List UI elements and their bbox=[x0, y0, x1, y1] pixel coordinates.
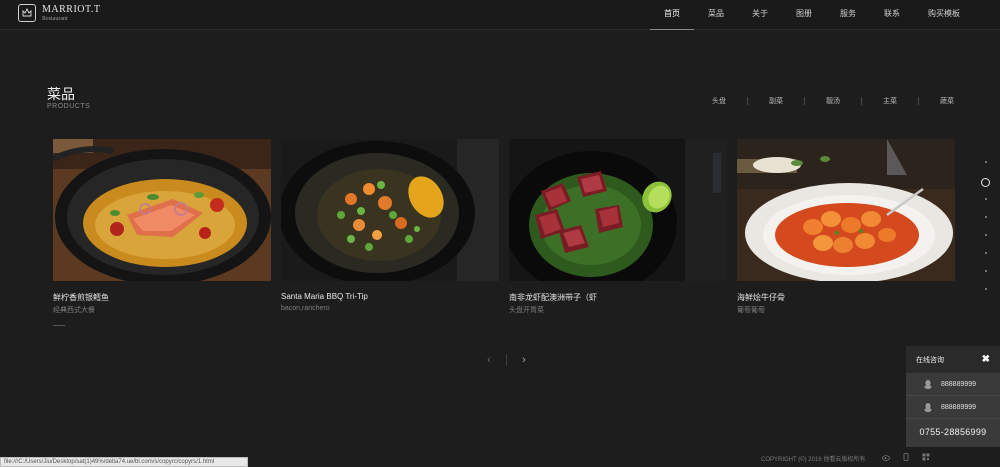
section-dot[interactable] bbox=[985, 161, 987, 163]
product-name[interactable]: 南非龙虾配澳洲带子（虾 bbox=[509, 292, 597, 303]
section-subtitle: PRODUCTS bbox=[47, 103, 91, 110]
close-icon[interactable]: ✖ bbox=[982, 354, 990, 365]
carousel-pager: ‹ › bbox=[482, 353, 531, 367]
product-card[interactable]: 南非龙虾配澳洲带子（虾 头盘开胃菜 bbox=[509, 139, 727, 314]
qq-penguin-icon bbox=[924, 379, 932, 389]
filter-divider bbox=[747, 97, 748, 105]
share-bar bbox=[882, 453, 942, 461]
qq-penguin-icon bbox=[924, 402, 932, 412]
brand-name: MARRIOT.T bbox=[42, 3, 101, 15]
panel-header: 在线咨询 ✖ bbox=[906, 346, 1000, 373]
qq-number: 888889999 bbox=[941, 403, 977, 411]
section-dot[interactable] bbox=[985, 288, 987, 290]
category-filters: 头盘 副菜 靓汤 主菜 蔬菜 bbox=[712, 96, 954, 106]
brand-subtitle: Restaurant bbox=[42, 15, 68, 22]
section-dot[interactable] bbox=[985, 234, 987, 236]
logo[interactable]: MARRIOT.T Restaurant bbox=[18, 4, 100, 22]
product-description: 头盘开胃菜 bbox=[509, 307, 544, 314]
filter-divider bbox=[804, 97, 805, 105]
filter-soup[interactable]: 靓汤 bbox=[826, 96, 840, 106]
nav-item-home[interactable]: 首页 bbox=[650, 0, 694, 30]
pager-divider bbox=[506, 354, 507, 366]
section-dot[interactable] bbox=[985, 198, 987, 200]
weibo-icon[interactable] bbox=[882, 453, 890, 461]
filter-main[interactable]: 主菜 bbox=[883, 96, 897, 106]
next-arrow-icon[interactable]: › bbox=[517, 353, 531, 367]
hotline-phone: 0755-28856999 bbox=[919, 427, 987, 437]
product-description: 经典西式大餐 bbox=[53, 307, 95, 314]
qq-contact[interactable]: 888889999 bbox=[906, 373, 1000, 396]
section-dot[interactable] bbox=[985, 216, 987, 218]
section-dot-active[interactable] bbox=[981, 178, 990, 187]
nav-item-about[interactable]: 关于 bbox=[738, 0, 782, 30]
nav-item-gallery[interactable]: 图册 bbox=[782, 0, 826, 30]
prev-arrow-icon[interactable]: ‹ bbox=[482, 353, 496, 367]
qq-contact[interactable]: 888889999 bbox=[906, 396, 1000, 419]
filter-divider bbox=[918, 97, 919, 105]
panel-title: 在线咨询 bbox=[916, 356, 944, 364]
qrcode-icon[interactable] bbox=[922, 453, 930, 461]
product-name[interactable]: 鲜柠香煎银鳕鱼 bbox=[53, 292, 109, 303]
qq-number: 888889999 bbox=[941, 380, 977, 388]
nav-item-buy-template[interactable]: 购买模板 bbox=[914, 0, 974, 30]
section-title: 菜品 bbox=[47, 86, 75, 102]
card-underline bbox=[53, 325, 65, 326]
product-card[interactable]: Santa Maria BBQ Tri-Tip bacon,ranchero bbox=[281, 139, 499, 312]
product-image-vegetable-plate[interactable] bbox=[281, 139, 499, 281]
filter-starter[interactable]: 头盘 bbox=[712, 96, 726, 106]
nav-item-services[interactable]: 服务 bbox=[826, 0, 870, 30]
section-dot[interactable] bbox=[985, 252, 987, 254]
copyright-text: COPYRIGHT (©) 2016 他看云版权所有 bbox=[761, 457, 866, 463]
product-image-steak-plate[interactable] bbox=[509, 139, 727, 281]
section-dot[interactable] bbox=[985, 270, 987, 272]
mobile-icon[interactable] bbox=[902, 453, 910, 461]
product-name[interactable]: 海鲜烩牛仔骨 bbox=[737, 292, 785, 303]
product-description: bacon,ranchero bbox=[281, 305, 330, 312]
product-image-gnocchi-bowl[interactable] bbox=[737, 139, 955, 281]
product-image-salmon-skillet[interactable] bbox=[53, 139, 271, 281]
main-nav: 首页 菜品 关于 图册 服务 联系 购买模板 bbox=[650, 0, 974, 30]
filter-vegetable[interactable]: 蔬菜 bbox=[940, 96, 954, 106]
nav-item-contact[interactable]: 联系 bbox=[870, 0, 914, 30]
filter-side[interactable]: 副菜 bbox=[769, 96, 783, 106]
nav-item-dishes[interactable]: 菜品 bbox=[694, 0, 738, 30]
product-card[interactable]: 鲜柠香煎银鳕鱼 经典西式大餐 bbox=[53, 139, 271, 326]
browser-status-bar: file:///C:/Users/Jiu/Desktop/sat(1)49%/d… bbox=[0, 457, 248, 467]
header: MARRIOT.T Restaurant 首页 菜品 关于 图册 服务 联系 购… bbox=[0, 0, 1000, 30]
product-description: 葡萄葡萄 bbox=[737, 307, 765, 314]
product-card[interactable]: 海鲜烩牛仔骨 葡萄葡萄 bbox=[737, 139, 955, 314]
filter-divider bbox=[861, 97, 862, 105]
online-consult-panel: 在线咨询 ✖ 888889999 888889999 0755-28856999 bbox=[906, 346, 1000, 447]
product-name[interactable]: Santa Maria BBQ Tri-Tip bbox=[281, 292, 368, 301]
crown-logo-icon bbox=[18, 4, 36, 22]
